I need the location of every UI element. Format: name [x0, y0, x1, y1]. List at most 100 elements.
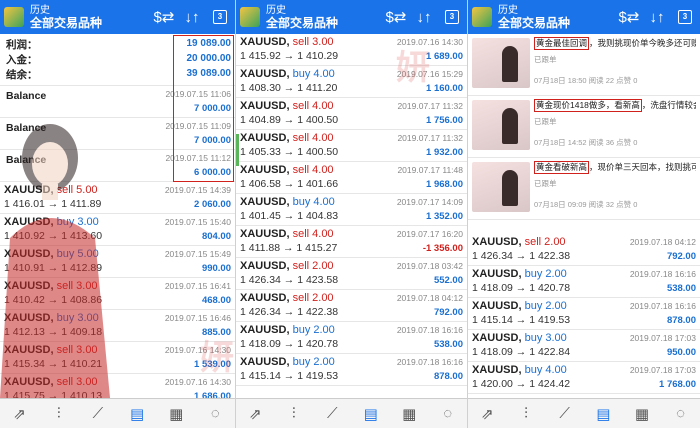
trade-row[interactable]: XAUUSD, sell 4.00 1 411.88 → 1 415.27 2019… [236, 226, 467, 258]
trade-prices: 1 410.92 → 1 413.60 [4, 230, 103, 242]
trade-row[interactable]: XAUUSD, sell 3.00 1 415.75 → 1 410.13 2019… [0, 374, 235, 398]
trade-row[interactable]: XAUUSD, buy 2.00 1 415.14 → 1 419.53 2019.… [236, 354, 467, 386]
balance-time: 2019.07.15 11:09 [165, 121, 231, 131]
balance-row[interactable]: Balance 2019.07.15 11:06 7 000.00 [0, 86, 235, 118]
trade-row[interactable]: XAUUSD, sell 4.00 1 404.89 → 1 400.50 2019… [236, 98, 467, 130]
trade-side: sell 2.00 [292, 260, 334, 272]
message-meta: 07月18日 14:52 阅读 36 点赞 0 [534, 138, 638, 147]
trade-profit: 885.00 [201, 327, 231, 338]
trade-row[interactable]: XAUUSD, sell 3.00 1 415.34 → 1 410.21 2019… [0, 342, 235, 374]
trade-row[interactable]: XAUUSD, buy 2.00 1 415.14 → 1 419.53 2019.… [468, 298, 700, 330]
calendar-icon[interactable]: 3 [441, 6, 463, 28]
trade-row[interactable]: XAUUSD, buy 2.00 1 418.09 → 1 420.78 2019.… [468, 266, 700, 298]
dollar-swap-icon[interactable]: $⇄ [618, 6, 640, 28]
history-icon[interactable]: ▤ [126, 403, 148, 425]
candles-icon[interactable]: ⫶ [283, 403, 305, 425]
balance-amount: 7 000.00 [194, 135, 231, 146]
sort-icon[interactable]: ↓↑ [646, 6, 668, 28]
trade-profit: 950.00 [666, 347, 696, 358]
trade-time: 2019.07.18 17:03 [629, 365, 696, 375]
trade-time: 2019.07.18 04:12 [629, 237, 696, 247]
trade-time: 2019.07.18 04:12 [396, 293, 463, 303]
news-icon[interactable]: ▦ [631, 403, 653, 425]
trade-prices: 1 410.91 → 1 412.89 [4, 262, 103, 274]
trade-row[interactable]: XAUUSD, buy 4.00 1 408.30 → 1 411.20 2019.… [236, 66, 467, 98]
trade-time: 2019.07.18 16:16 [629, 301, 696, 311]
trade-row[interactable]: XAUUSD, buy 3.00 1 418.09 → 1 422.84 2019.… [468, 330, 700, 362]
app-logo-icon[interactable] [4, 7, 24, 27]
app-logo-icon[interactable] [240, 7, 260, 27]
bottom-nav: ⇗ ⫶ ⟋ ▤ ▦ ◌ [0, 398, 235, 428]
trade-side: buy 3.00 [56, 312, 99, 324]
trade-row[interactable]: XAUUSD, buy 4.00 1 420.00 → 1 424.42 2019.… [468, 362, 700, 394]
trade-profit: 804.00 [201, 231, 231, 242]
symbol-filter[interactable]: 全部交易品种 [266, 17, 379, 30]
sort-icon[interactable]: ↓↑ [413, 6, 435, 28]
news-icon[interactable]: ▦ [165, 403, 187, 425]
chart-icon[interactable]: ⟋ [554, 403, 576, 425]
trade-time: 2019.07.17 11:32 [397, 101, 463, 111]
trade-time: 2019.07.17 14:09 [396, 197, 463, 207]
trade-prices: 1 426.34 → 1 423.58 [240, 274, 339, 286]
trade-row[interactable]: XAUUSD, sell 2.00 1 426.34 → 1 422.38 2019… [468, 234, 700, 266]
trade-row[interactable]: XAUUSD, sell 2.00 1 426.34 → 1 423.58 2019… [236, 258, 467, 290]
message-highlight: 黄金看破新高 [534, 161, 590, 174]
history-icon[interactable]: ▤ [360, 403, 382, 425]
calendar-icon[interactable]: 3 [674, 6, 696, 28]
history-list[interactable]: 利润： 19 089.00 入金： 20 000.00 结余： 39 089.00 B… [0, 34, 235, 398]
history-list[interactable]: 黄金最佳回调，我则挑现价单今晚多还可赚10个点，3天回本已跟单 07月18日 18… [468, 34, 700, 398]
chat-icon[interactable]: ◌ [204, 403, 226, 425]
message-item[interactable]: 黄金最佳回调，我则挑现价单今晚多还可赚10个点，3天回本已跟单 07月18日 18… [468, 34, 700, 96]
trade-profit: 878.00 [433, 371, 463, 382]
symbol-filter[interactable]: 全部交易品种 [498, 17, 612, 30]
trade-row[interactable]: XAUUSD, sell 3.00 1 410.42 → 1 408.86 2019… [0, 278, 235, 310]
balance-row[interactable]: Balance 2019.07.15 11:12 6 000.00 [0, 150, 235, 182]
trade-row[interactable]: XAUUSD, sell 4.00 1 406.58 → 1 401.66 2019… [236, 162, 467, 194]
message-item[interactable]: 黄金看破新高，现价单三天回本，找则挑可查阅验证！ 已跟单 07月18日 09:09 … [468, 158, 700, 220]
top-bar: 历史 全部交易品种 $⇄ ↓↑ 3 [468, 0, 700, 34]
trade-row[interactable]: XAUUSD, sell 3.00 1 415.92 → 1 410.29 2019… [236, 34, 467, 66]
trade-prices: 1 426.34 → 1 422.38 [472, 250, 571, 262]
candles-icon[interactable]: ⫶ [48, 403, 70, 425]
balance-list: Balance 2019.07.15 11:06 7 000.00 Balance 20… [0, 86, 235, 182]
trade-row[interactable]: XAUUSD, buy 4.00 1 401.45 → 1 404.83 2019.… [236, 194, 467, 226]
trade-icon[interactable]: ⇗ [244, 403, 266, 425]
history-icon[interactable]: ▤ [592, 403, 614, 425]
top-bar: 历史 全部交易品种 $⇄ ↓↑ 3 [0, 0, 235, 34]
dollar-swap-icon[interactable]: $⇄ [385, 6, 407, 28]
trade-prices: 1 415.14 → 1 419.53 [240, 370, 339, 382]
news-icon[interactable]: ▦ [398, 403, 420, 425]
chat-icon[interactable]: ◌ [437, 403, 459, 425]
trade-time: 2019.07.15 15:40 [164, 217, 231, 227]
message-text: 黄金看破新高，现价单三天回本，找则挑可查阅验证！ [534, 161, 696, 174]
trade-icon[interactable]: ⇗ [476, 403, 498, 425]
trade-row[interactable]: XAUUSD, buy 3.00 1 410.92 → 1 413.60 2019.… [0, 214, 235, 246]
chart-icon[interactable]: ⟋ [321, 403, 343, 425]
message-text: 黄金现价1418做多，看新高，洗盘行情较会解决办法可我则挑 [534, 99, 696, 112]
candles-icon[interactable]: ⫶ [515, 403, 537, 425]
message-item[interactable]: 黄金现价1418做多，看新高，洗盘行情较会解决办法可我则挑已跟单 07月18日 1… [468, 96, 700, 158]
trade-row[interactable]: XAUUSD, buy 5.00 1 410.91 → 1 412.89 2019.… [0, 246, 235, 278]
chart-icon[interactable]: ⟋ [87, 403, 109, 425]
trade-time: 2019.07.18 16:16 [629, 269, 696, 279]
sort-icon[interactable]: ↓↑ [181, 6, 203, 28]
message-meta: 07月18日 18:50 阅读 22 点赞 0 [534, 76, 638, 85]
trade-row[interactable]: XAUUSD, buy 3.00 1 412.13 → 1 409.18 2019.… [0, 310, 235, 342]
symbol-filter[interactable]: 全部交易品种 [30, 17, 147, 30]
app-logo-icon[interactable] [472, 7, 492, 27]
selection-marker [236, 134, 239, 166]
dollar-swap-icon[interactable]: $⇄ [153, 6, 175, 28]
balance-time: 2019.07.15 11:06 [165, 89, 231, 99]
trade-profit: 878.00 [666, 315, 696, 326]
trade-row[interactable]: XAUUSD, sell 4.00 1 405.33 → 1 400.50 2019… [236, 130, 467, 162]
profit-value: 19 089.00 [186, 38, 232, 49]
balance-row[interactable]: Balance 2019.07.15 11:09 7 000.00 [0, 118, 235, 150]
trade-row[interactable]: XAUUSD, buy 2.00 1 418.09 → 1 420.78 2019.… [236, 322, 467, 354]
trade-icon[interactable]: ⇗ [9, 403, 31, 425]
history-list[interactable]: XAUUSD, sell 3.00 1 415.92 → 1 410.29 2019… [236, 34, 467, 398]
trade-row[interactable]: XAUUSD, sell 2.00 1 426.34 → 1 422.38 2019… [236, 290, 467, 322]
chat-icon[interactable]: ◌ [670, 403, 692, 425]
calendar-icon[interactable]: 3 [209, 6, 231, 28]
trade-profit: 552.00 [433, 275, 463, 286]
trade-row[interactable]: XAUUSD, sell 5.00 1 416.01 → 1 411.89 2019… [0, 182, 235, 214]
